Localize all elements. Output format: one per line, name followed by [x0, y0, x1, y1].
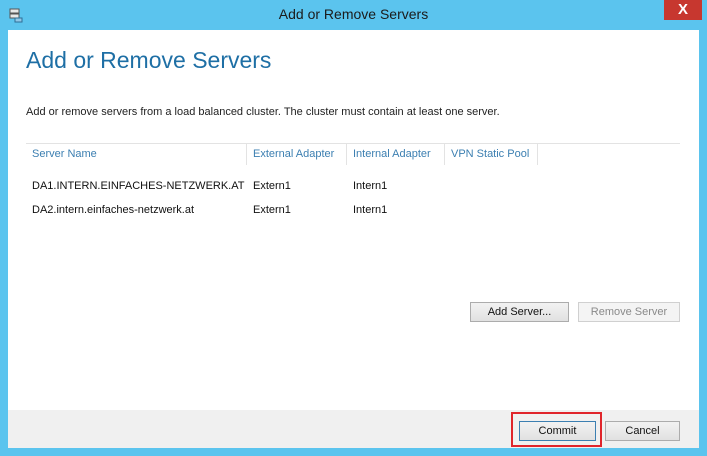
cell-server-name: DA2.intern.einfaches-netzwerk.at — [32, 204, 195, 216]
dialog-client-area: Add or Remove Servers Add or remove serv… — [8, 30, 699, 448]
column-header-vpn-static-pool[interactable]: VPN Static Pool — [445, 144, 538, 165]
column-header-server-name[interactable]: Server Name — [26, 144, 247, 165]
description-text: Add or remove servers from a load balanc… — [26, 106, 500, 118]
cell-server-name: DA1.INTERN.EINFACHES-NETZWERK.AT — [32, 180, 245, 192]
cancel-button[interactable]: Cancel — [605, 421, 680, 441]
cell-external-adapter: Extern1 — [253, 204, 291, 216]
remove-server-button[interactable]: Remove Server — [578, 302, 680, 322]
cell-internal-adapter: Intern1 — [353, 204, 388, 216]
cell-vpn-static-pool — [445, 198, 538, 222]
cell-external-adapter: Extern1 — [253, 180, 291, 192]
add-server-button[interactable]: Add Server... — [470, 302, 569, 322]
page-title: Add or Remove Servers — [26, 47, 272, 73]
servers-grid: Server Name External Adapter Internal Ad… — [26, 143, 680, 222]
cell-internal-adapter: Intern1 — [353, 180, 388, 192]
window-title: Add or Remove Servers — [278, 6, 429, 22]
close-icon[interactable]: X — [664, 0, 702, 20]
column-header-external-adapter[interactable]: External Adapter — [247, 144, 347, 165]
column-header-internal-adapter[interactable]: Internal Adapter — [347, 144, 445, 165]
cell-vpn-static-pool — [445, 174, 538, 198]
grid-header: Server Name External Adapter Internal Ad… — [26, 143, 680, 166]
title-bar[interactable]: Add or Remove Servers X — [0, 0, 707, 30]
table-row[interactable]: DA1.INTERN.EINFACHES-NETZWERK.AT Extern1… — [26, 174, 680, 198]
commit-highlight-box — [511, 412, 602, 447]
table-row[interactable]: DA2.intern.einfaches-netzwerk.at Extern1… — [26, 198, 680, 222]
